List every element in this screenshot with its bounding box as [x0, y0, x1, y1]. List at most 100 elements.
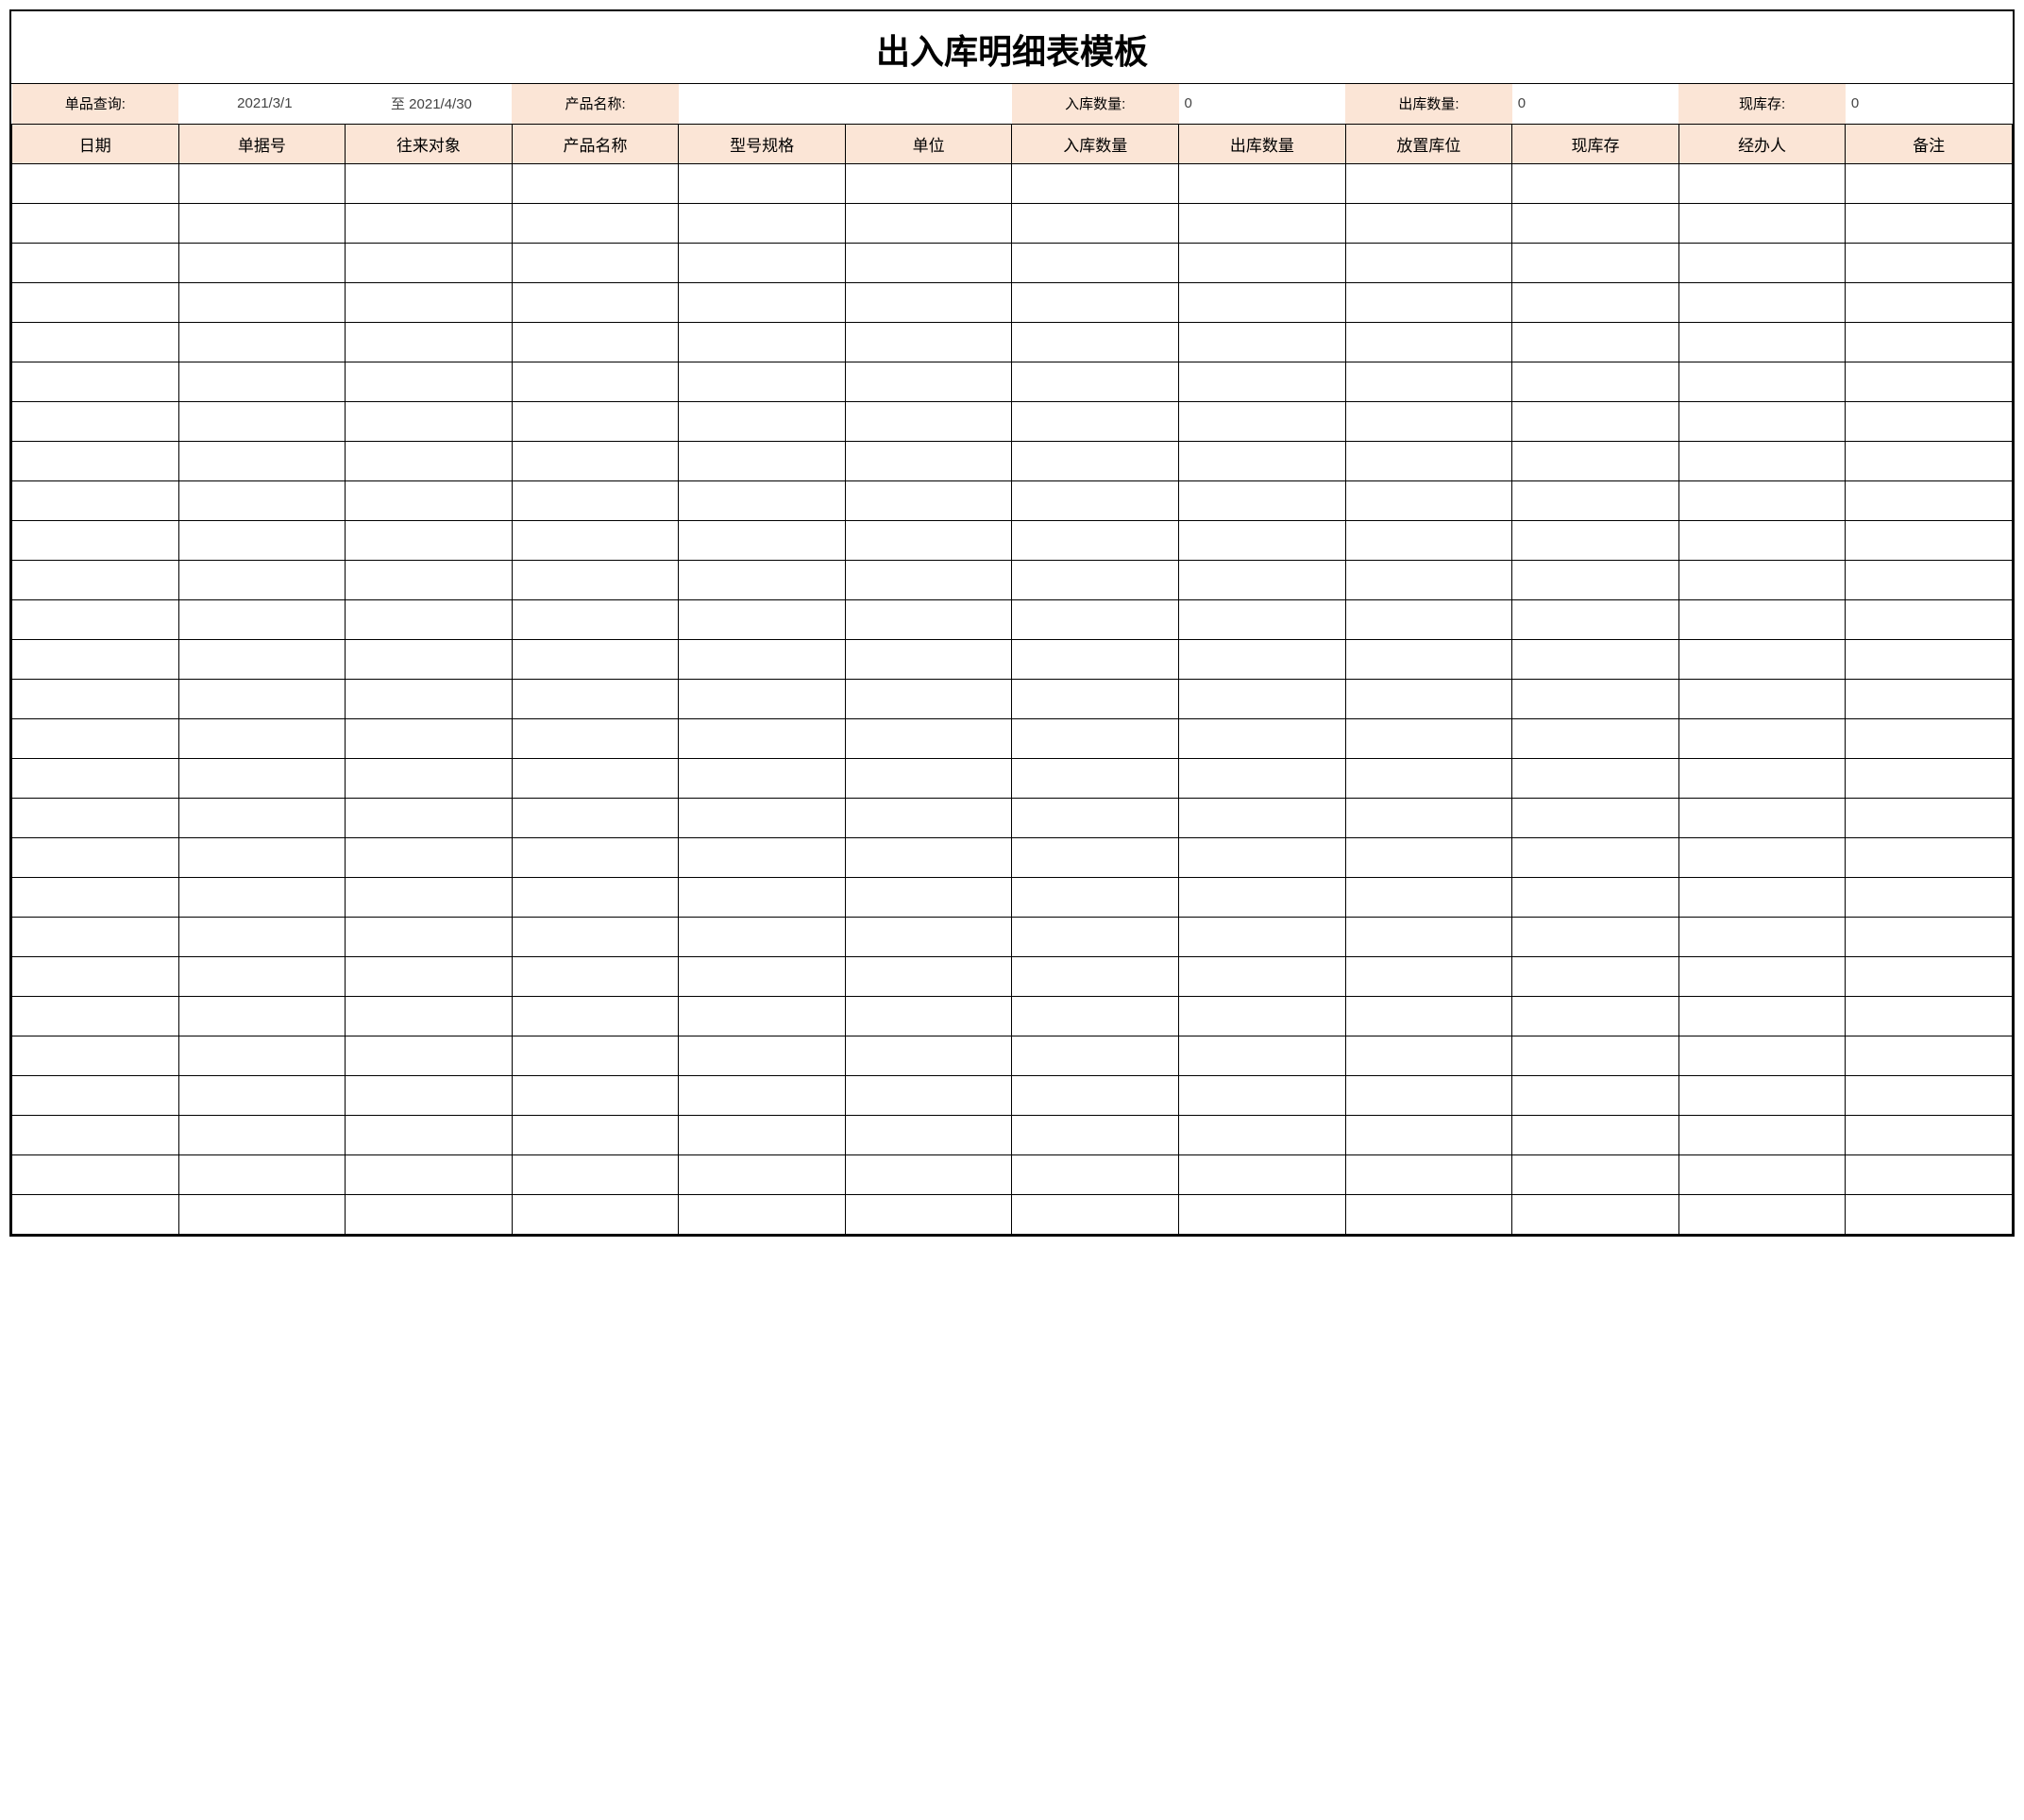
- table-cell[interactable]: [1678, 1115, 1846, 1154]
- table-cell[interactable]: [1512, 639, 1679, 679]
- table-cell[interactable]: [1345, 599, 1512, 639]
- table-cell[interactable]: [679, 758, 846, 798]
- table-cell[interactable]: [1179, 163, 1346, 203]
- table-cell[interactable]: [1345, 163, 1512, 203]
- table-cell[interactable]: [1512, 1154, 1679, 1194]
- table-cell[interactable]: [1012, 441, 1179, 480]
- table-cell[interactable]: [178, 163, 346, 203]
- table-cell[interactable]: [346, 401, 513, 441]
- table-cell[interactable]: [845, 1194, 1012, 1234]
- table-cell[interactable]: [679, 599, 846, 639]
- table-cell[interactable]: [178, 441, 346, 480]
- table-cell[interactable]: [178, 1154, 346, 1194]
- table-cell[interactable]: [1012, 1036, 1179, 1075]
- table-cell[interactable]: [679, 877, 846, 917]
- table-cell[interactable]: [1179, 837, 1346, 877]
- table-cell[interactable]: [1678, 917, 1846, 956]
- table-cell[interactable]: [1012, 480, 1179, 520]
- table-cell[interactable]: [1512, 441, 1679, 480]
- table-cell[interactable]: [1678, 401, 1846, 441]
- table-cell[interactable]: [845, 282, 1012, 322]
- table-cell[interactable]: [1846, 718, 2013, 758]
- table-cell[interactable]: [1678, 243, 1846, 282]
- table-cell[interactable]: [679, 163, 846, 203]
- table-cell[interactable]: [1846, 560, 2013, 599]
- table-cell[interactable]: [512, 758, 679, 798]
- table-cell[interactable]: [346, 362, 513, 401]
- table-cell[interactable]: [679, 996, 846, 1036]
- table-cell[interactable]: [346, 679, 513, 718]
- table-cell[interactable]: [845, 520, 1012, 560]
- table-cell[interactable]: [1345, 1036, 1512, 1075]
- table-cell[interactable]: [1012, 362, 1179, 401]
- table-cell[interactable]: [1846, 163, 2013, 203]
- table-cell[interactable]: [1012, 322, 1179, 362]
- table-cell[interactable]: [1512, 1115, 1679, 1154]
- table-cell[interactable]: [1512, 163, 1679, 203]
- table-cell[interactable]: [1179, 480, 1346, 520]
- table-cell[interactable]: [1345, 441, 1512, 480]
- table-cell[interactable]: [512, 282, 679, 322]
- table-cell[interactable]: [346, 560, 513, 599]
- table-cell[interactable]: [346, 1115, 513, 1154]
- table-cell[interactable]: [1846, 243, 2013, 282]
- table-cell[interactable]: [845, 718, 1012, 758]
- table-cell[interactable]: [12, 362, 179, 401]
- table-cell[interactable]: [1846, 956, 2013, 996]
- table-cell[interactable]: [1012, 520, 1179, 560]
- table-cell[interactable]: [1512, 917, 1679, 956]
- table-cell[interactable]: [1846, 401, 2013, 441]
- table-cell[interactable]: [1012, 837, 1179, 877]
- table-cell[interactable]: [1512, 837, 1679, 877]
- table-cell[interactable]: [346, 718, 513, 758]
- table-cell[interactable]: [1345, 401, 1512, 441]
- table-cell[interactable]: [12, 520, 179, 560]
- table-cell[interactable]: [1012, 1154, 1179, 1194]
- table-cell[interactable]: [178, 917, 346, 956]
- table-cell[interactable]: [1846, 679, 2013, 718]
- table-cell[interactable]: [1179, 639, 1346, 679]
- table-cell[interactable]: [1678, 163, 1846, 203]
- table-cell[interactable]: [12, 798, 179, 837]
- table-cell[interactable]: [1678, 877, 1846, 917]
- table-cell[interactable]: [346, 1075, 513, 1115]
- table-cell[interactable]: [12, 1036, 179, 1075]
- table-cell[interactable]: [178, 1036, 346, 1075]
- filter-date-to[interactable]: 至 2021/4/30: [346, 84, 513, 124]
- table-cell[interactable]: [1345, 1075, 1512, 1115]
- table-cell[interactable]: [1678, 1194, 1846, 1234]
- table-cell[interactable]: [512, 1154, 679, 1194]
- table-cell[interactable]: [845, 1075, 1012, 1115]
- table-cell[interactable]: [1345, 639, 1512, 679]
- table-cell[interactable]: [178, 560, 346, 599]
- table-cell[interactable]: [1846, 996, 2013, 1036]
- table-cell[interactable]: [12, 718, 179, 758]
- table-cell[interactable]: [12, 203, 179, 243]
- table-cell[interactable]: [1678, 1075, 1846, 1115]
- table-cell[interactable]: [1179, 560, 1346, 599]
- table-cell[interactable]: [1846, 322, 2013, 362]
- table-cell[interactable]: [679, 956, 846, 996]
- table-cell[interactable]: [512, 322, 679, 362]
- table-cell[interactable]: [12, 243, 179, 282]
- table-cell[interactable]: [12, 956, 179, 996]
- table-cell[interactable]: [346, 837, 513, 877]
- table-cell[interactable]: [178, 956, 346, 996]
- table-cell[interactable]: [1678, 1154, 1846, 1194]
- table-cell[interactable]: [1678, 639, 1846, 679]
- table-cell[interactable]: [1345, 560, 1512, 599]
- filter-product-name-value[interactable]: [679, 84, 1012, 124]
- table-cell[interactable]: [1846, 362, 2013, 401]
- filter-date-from[interactable]: 2021/3/1: [178, 84, 346, 124]
- table-cell[interactable]: [679, 441, 846, 480]
- table-cell[interactable]: [178, 362, 346, 401]
- table-cell[interactable]: [1512, 1036, 1679, 1075]
- table-cell[interactable]: [1846, 758, 2013, 798]
- table-cell[interactable]: [1678, 798, 1846, 837]
- table-cell[interactable]: [1345, 718, 1512, 758]
- table-cell[interactable]: [679, 401, 846, 441]
- table-cell[interactable]: [1846, 599, 2013, 639]
- table-cell[interactable]: [1345, 798, 1512, 837]
- table-cell[interactable]: [1512, 718, 1679, 758]
- table-cell[interactable]: [1345, 282, 1512, 322]
